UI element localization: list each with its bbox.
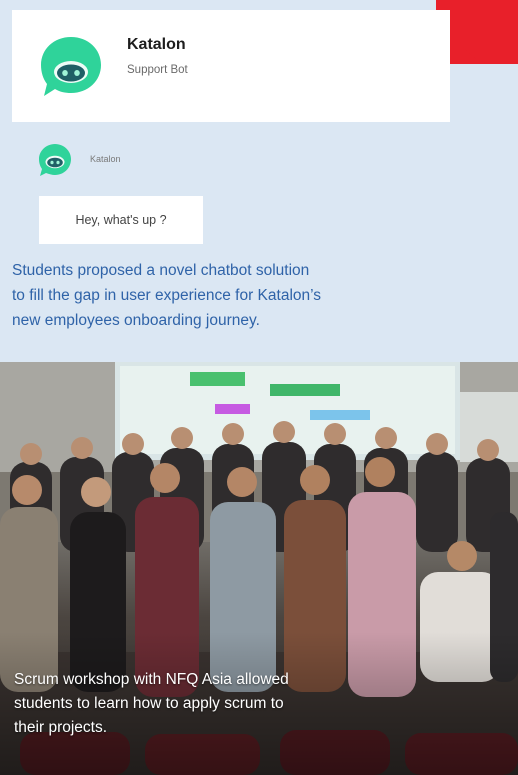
- chat-message-bubble: Hey, what's up ?: [39, 196, 203, 244]
- caption-line: Scrum workshop with NFQ Asia allowed: [14, 671, 289, 688]
- caption-line: new employees onboarding journey.: [12, 312, 260, 329]
- chatbot-caption: Students proposed a novel chatbot soluti…: [12, 258, 492, 333]
- caption-line: Students proposed a novel chatbot soluti…: [12, 262, 310, 279]
- message-sender-name: Katalon: [90, 154, 121, 164]
- robot-avatar-icon: [39, 144, 71, 176]
- chat-header-card: Katalon Support Bot: [12, 10, 450, 122]
- caption-line: students to learn how to apply scrum to: [14, 695, 284, 712]
- chatbot-showcase: Katalon Support Bot Katalon Hey, what's …: [0, 0, 518, 348]
- bot-role: Support Bot: [127, 64, 188, 76]
- workshop-caption: Scrum workshop with NFQ Asia allowed stu…: [14, 668, 454, 740]
- bot-name: Katalon: [127, 36, 186, 53]
- caption-line: their projects.: [14, 719, 108, 736]
- robot-chat-bubble-icon: [41, 37, 101, 96]
- caption-line: to fill the gap in user experience for K…: [12, 287, 322, 304]
